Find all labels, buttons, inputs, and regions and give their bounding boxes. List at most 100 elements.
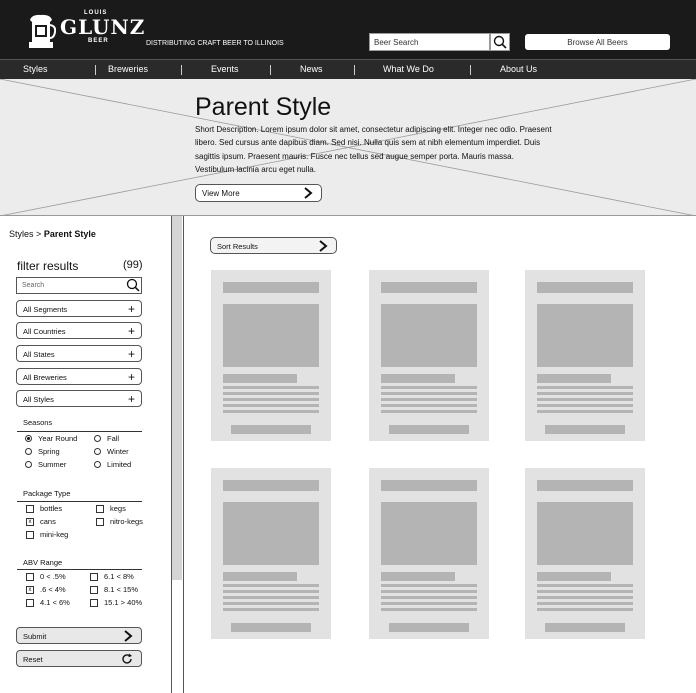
- nav-styles[interactable]: Styles: [23, 64, 48, 74]
- beer-card[interactable]: [369, 468, 489, 639]
- card-text-line: [537, 596, 633, 599]
- card-image-placeholder: [223, 304, 319, 367]
- radio-unselected: [25, 448, 32, 455]
- card-name-placeholder: [537, 572, 611, 581]
- chevron-right-icon: [319, 240, 328, 252]
- beer-mug-logo-icon[interactable]: [26, 12, 56, 50]
- card-text-line: [537, 398, 633, 401]
- nav-divider: [270, 65, 271, 75]
- nav-divider: [95, 65, 96, 75]
- checkbox-label: kegs: [110, 504, 126, 513]
- card-button-placeholder[interactable]: [389, 623, 469, 632]
- divider: [17, 569, 142, 570]
- styles-dropdown[interactable]: All Styles +: [16, 390, 142, 407]
- season-winter-radio[interactable]: Winter: [94, 447, 129, 456]
- package-nitro-kegs-checkbox[interactable]: nitro-kegs: [96, 517, 143, 526]
- card-text-line: [381, 392, 477, 395]
- view-more-button[interactable]: View More: [195, 184, 322, 202]
- card-title-placeholder: [223, 282, 319, 293]
- nav-news[interactable]: News: [300, 64, 323, 74]
- plus-icon: +: [127, 347, 135, 361]
- season-spring-radio[interactable]: Spring: [25, 447, 60, 456]
- radio-label: Fall: [107, 434, 120, 443]
- beer-card[interactable]: [211, 468, 331, 639]
- beer-card[interactable]: [369, 270, 489, 441]
- card-button-placeholder[interactable]: [231, 623, 311, 632]
- package-bottles-checkbox[interactable]: bottles: [26, 504, 62, 513]
- browse-all-beers-button[interactable]: Browse All Beers: [525, 34, 670, 50]
- radio-unselected: [94, 435, 101, 442]
- card-title-placeholder: [537, 480, 633, 491]
- checkbox-label: 8.1 < 15%: [104, 585, 138, 594]
- season-summer-radio[interactable]: Summer: [25, 460, 66, 469]
- dropdown-label: All Countries: [23, 327, 66, 336]
- breweries-dropdown[interactable]: All Breweries +: [16, 368, 142, 385]
- checkbox-label: 6.1 < 8%: [104, 572, 134, 581]
- radio-label: Year Round: [38, 434, 78, 443]
- card-title-placeholder: [381, 480, 477, 491]
- card-text-line: [537, 410, 633, 413]
- sidebar-scrollbar-thumb[interactable]: [172, 216, 182, 580]
- beer-card[interactable]: [525, 468, 645, 639]
- abv-4-6-checkbox[interactable]: 4.1 < 6%: [26, 598, 70, 607]
- countries-dropdown[interactable]: All Countries +: [16, 322, 142, 339]
- logo-glunz-text[interactable]: GLUNZ: [60, 15, 145, 39]
- submit-button[interactable]: Submit: [16, 627, 142, 644]
- card-name-placeholder: [381, 374, 455, 383]
- beer-search-input[interactable]: Beer Search: [369, 33, 490, 51]
- dropdown-label: All Segments: [23, 305, 68, 314]
- nav-what-we-do[interactable]: What We Do: [383, 64, 434, 74]
- card-text-line: [223, 596, 319, 599]
- package-mini-keg-checkbox[interactable]: mini-keg: [26, 530, 68, 539]
- seasons-label: Seasons: [23, 418, 53, 427]
- card-text-line: [223, 392, 319, 395]
- view-more-label: View More: [202, 189, 240, 198]
- search-icon[interactable]: [126, 278, 140, 292]
- abv-6-8-checkbox[interactable]: 6.1 < 8%: [90, 572, 134, 581]
- checkbox-label: 15.1 > 40%: [104, 598, 143, 607]
- segments-dropdown[interactable]: All Segments +: [16, 300, 142, 317]
- card-button-placeholder[interactable]: [545, 425, 625, 434]
- filter-search-input[interactable]: Search: [16, 277, 142, 294]
- card-button-placeholder[interactable]: [545, 623, 625, 632]
- checkbox-unchecked: [26, 572, 34, 581]
- package-kegs-checkbox[interactable]: kegs: [96, 504, 126, 513]
- site-header: LOUIS GLUNZ BEER DISTRIBUTING CRAFT BEER…: [0, 0, 696, 59]
- season-year-round-radio[interactable]: Year Round: [25, 434, 77, 443]
- plus-icon: +: [127, 324, 135, 338]
- card-text-line: [537, 392, 633, 395]
- card-title-placeholder: [537, 282, 633, 293]
- nav-breweries[interactable]: Breweries: [108, 64, 148, 74]
- card-button-placeholder[interactable]: [231, 425, 311, 434]
- abv-0-5-checkbox[interactable]: 0 < .5%: [26, 572, 66, 581]
- nav-events[interactable]: Events: [211, 64, 239, 74]
- reset-button[interactable]: Reset: [16, 650, 142, 667]
- breadcrumb-root[interactable]: Styles: [9, 229, 34, 239]
- beer-card[interactable]: [525, 270, 645, 441]
- nav-about-us[interactable]: About Us: [500, 64, 537, 74]
- beer-card[interactable]: [211, 270, 331, 441]
- checkbox-unchecked: [26, 530, 34, 539]
- states-dropdown[interactable]: All States +: [16, 345, 142, 362]
- checkbox-label: cans: [40, 517, 56, 526]
- card-image-placeholder: [537, 502, 633, 565]
- card-text-line: [537, 602, 633, 605]
- search-button[interactable]: [490, 33, 510, 51]
- package-cans-checkbox[interactable]: x cans: [26, 517, 56, 526]
- card-text-line: [223, 584, 319, 587]
- radio-unselected: [94, 461, 101, 468]
- abv-8-15-checkbox[interactable]: 8.1 < 15%: [90, 585, 138, 594]
- card-text-line: [537, 584, 633, 587]
- card-title-placeholder: [381, 282, 477, 293]
- reset-label: Reset: [23, 655, 43, 664]
- abv-15-40-checkbox[interactable]: 15.1 > 40%: [90, 598, 142, 607]
- card-button-placeholder[interactable]: [389, 425, 469, 434]
- breadcrumb: Styles > Parent Style: [9, 229, 96, 239]
- season-limited-radio[interactable]: Limited: [94, 460, 131, 469]
- tagline: DISTRIBUTING CRAFT BEER TO ILLINOIS: [146, 40, 284, 47]
- season-fall-radio[interactable]: Fall: [94, 434, 119, 443]
- sort-results-button[interactable]: Sort Results: [210, 237, 337, 254]
- card-text-line: [381, 590, 477, 593]
- checkbox-label: mini-keg: [40, 530, 69, 539]
- abv-0-6-4-checkbox[interactable]: x .6 < 4%: [26, 585, 66, 594]
